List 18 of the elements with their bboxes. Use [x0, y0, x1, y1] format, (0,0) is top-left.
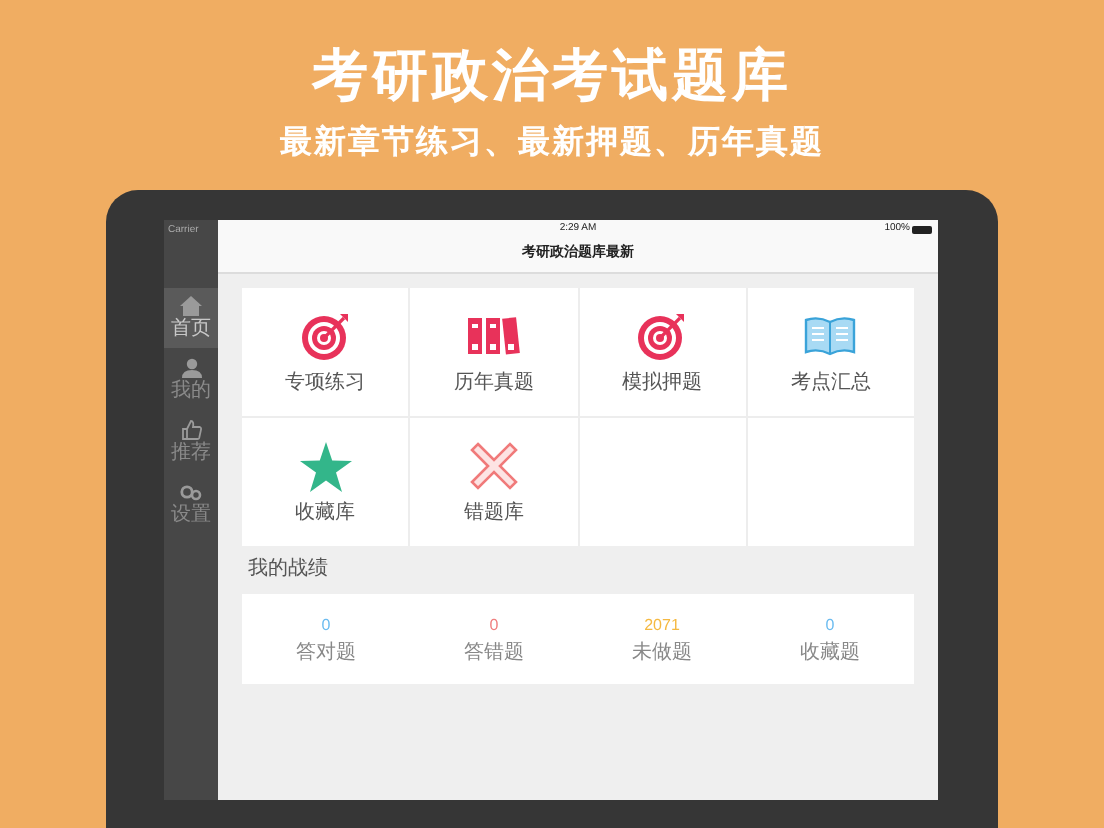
- stat-value: 2071: [644, 615, 680, 633]
- sidebar-tab[interactable]: 首页: [164, 288, 218, 348]
- menu-tile[interactable]: 考点汇总: [747, 288, 914, 416]
- menu-tile[interactable]: 收藏库: [242, 418, 409, 546]
- stat-value: 0: [321, 615, 331, 633]
- stat-label: 答对题: [296, 641, 356, 663]
- stat-value: 0: [825, 615, 835, 633]
- menu-tile[interactable]: 历年真题: [410, 288, 577, 416]
- stats-title: 我的战绩: [246, 556, 330, 584]
- stat-label: 收藏题: [800, 641, 860, 663]
- headline: 考研政治考试题库: [312, 42, 792, 110]
- stat-label: 未做题: [632, 641, 692, 663]
- stat-value: 0: [489, 615, 499, 633]
- menu-tile[interactable]: 模拟押题: [579, 288, 746, 416]
- menu-tile[interactable]: 专项练习: [242, 288, 409, 416]
- stat-label: 答错题: [464, 641, 524, 663]
- menu-tile[interactable]: 错题库: [410, 418, 577, 546]
- subheadline: 最新章节练习、最新押题、历年真题: [280, 122, 824, 164]
